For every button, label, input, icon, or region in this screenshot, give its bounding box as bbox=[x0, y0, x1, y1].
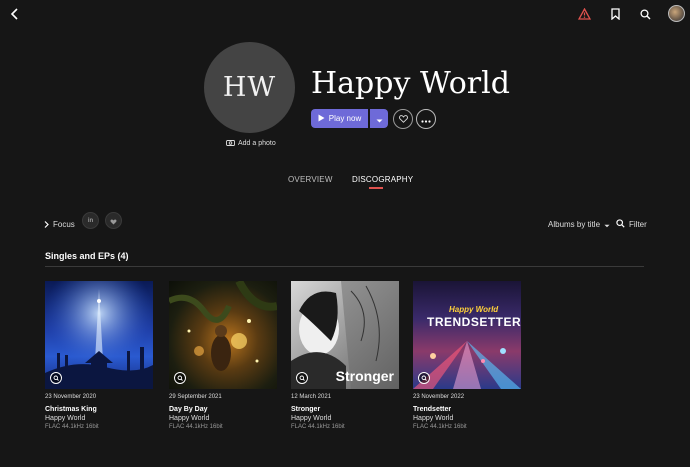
filter-label: Filter bbox=[629, 219, 647, 229]
sort-label: Albums by title bbox=[548, 219, 601, 229]
qobuz-badge-icon bbox=[174, 372, 186, 384]
add-photo-label: Add a photo bbox=[238, 140, 276, 147]
add-photo-link[interactable]: Add a photo bbox=[226, 139, 276, 148]
album-card[interactable]: Happy World TRENDSETTER 23 November 2022… bbox=[413, 281, 521, 430]
album-cover[interactable] bbox=[45, 281, 153, 389]
album-title[interactable]: Trendsetter bbox=[413, 406, 521, 413]
chevron-down-icon bbox=[604, 215, 610, 233]
album-quality: FLAC 44.1kHz 16bit bbox=[45, 424, 99, 430]
chevron-right-icon bbox=[44, 215, 49, 233]
album-cover[interactable] bbox=[169, 281, 277, 389]
linkedin-button[interactable]: in bbox=[82, 212, 99, 229]
tab-discography[interactable]: DISCOGRAPHY bbox=[352, 175, 413, 184]
album-artist[interactable]: Happy World bbox=[291, 415, 399, 422]
bookmark-icon[interactable] bbox=[608, 7, 622, 21]
artist-initials: HW bbox=[222, 72, 277, 103]
tab-overview[interactable]: OVERVIEW bbox=[288, 175, 333, 184]
album-title[interactable]: Christmas King bbox=[45, 406, 153, 413]
filter-button[interactable]: Filter bbox=[616, 215, 647, 233]
album-artist[interactable]: Happy World bbox=[45, 415, 153, 422]
focus-toggle[interactable]: Focus bbox=[44, 215, 75, 233]
album-title[interactable]: Day By Day bbox=[169, 406, 277, 413]
qobuz-badge-icon bbox=[418, 372, 430, 384]
heart-filter-button[interactable] bbox=[105, 212, 122, 229]
album-artist[interactable]: Happy World bbox=[169, 415, 277, 422]
favorite-button[interactable] bbox=[393, 109, 413, 129]
album-quality: FLAC 44.1kHz 16bit bbox=[291, 424, 345, 430]
album-date: 23 November 2022 bbox=[413, 394, 465, 400]
more-icon bbox=[421, 110, 431, 128]
album-title[interactable]: Stronger bbox=[291, 406, 399, 413]
play-icon bbox=[318, 114, 325, 124]
qobuz-badge-icon bbox=[296, 372, 308, 384]
play-options-button[interactable] bbox=[370, 109, 388, 128]
more-options-button[interactable] bbox=[416, 109, 436, 129]
heart-icon bbox=[398, 110, 408, 128]
album-quality: FLAC 44.1kHz 16bit bbox=[413, 424, 467, 430]
album-card[interactable]: 29 September 2021 Day By Day Happy World… bbox=[169, 281, 277, 430]
active-tab-indicator bbox=[369, 187, 383, 189]
cover-title-text: Stronger bbox=[335, 368, 394, 384]
album-cover[interactable]: Stronger bbox=[291, 281, 399, 389]
album-date: 23 November 2020 bbox=[45, 394, 97, 400]
user-avatar[interactable] bbox=[668, 5, 685, 22]
warning-icon[interactable] bbox=[577, 7, 591, 21]
cover-title-text: TRENDSETTER bbox=[427, 315, 521, 329]
section-divider bbox=[45, 266, 644, 267]
album-date: 12 March 2021 bbox=[291, 394, 332, 400]
qobuz-badge-icon bbox=[50, 372, 62, 384]
album-card[interactable]: 23 November 2020 Christmas King Happy Wo… bbox=[45, 281, 153, 430]
artist-name: Happy World bbox=[311, 66, 510, 101]
section-title: Singles and EPs (4) bbox=[45, 251, 129, 261]
heart-icon bbox=[110, 212, 117, 230]
album-quality: FLAC 44.1kHz 16bit bbox=[169, 424, 223, 430]
camera-icon bbox=[226, 139, 235, 148]
album-cover[interactable]: Happy World TRENDSETTER bbox=[413, 281, 521, 389]
sort-dropdown[interactable]: Albums by title bbox=[548, 215, 610, 233]
album-artist[interactable]: Happy World bbox=[413, 415, 521, 422]
album-card[interactable]: Stronger 12 March 2021 Stronger Happy Wo… bbox=[291, 281, 399, 430]
linkedin-icon: in bbox=[87, 217, 94, 224]
play-now-button[interactable]: Play now bbox=[311, 109, 368, 128]
chevron-down-icon bbox=[376, 110, 383, 128]
focus-label: Focus bbox=[53, 219, 75, 229]
search-icon bbox=[616, 215, 625, 233]
search-icon[interactable] bbox=[638, 7, 652, 21]
cover-artist-text: Happy World bbox=[449, 305, 499, 314]
artist-avatar: HW bbox=[204, 42, 295, 133]
play-now-label: Play now bbox=[328, 114, 362, 123]
album-date: 29 September 2021 bbox=[169, 394, 222, 400]
back-arrow-icon[interactable] bbox=[8, 7, 22, 21]
